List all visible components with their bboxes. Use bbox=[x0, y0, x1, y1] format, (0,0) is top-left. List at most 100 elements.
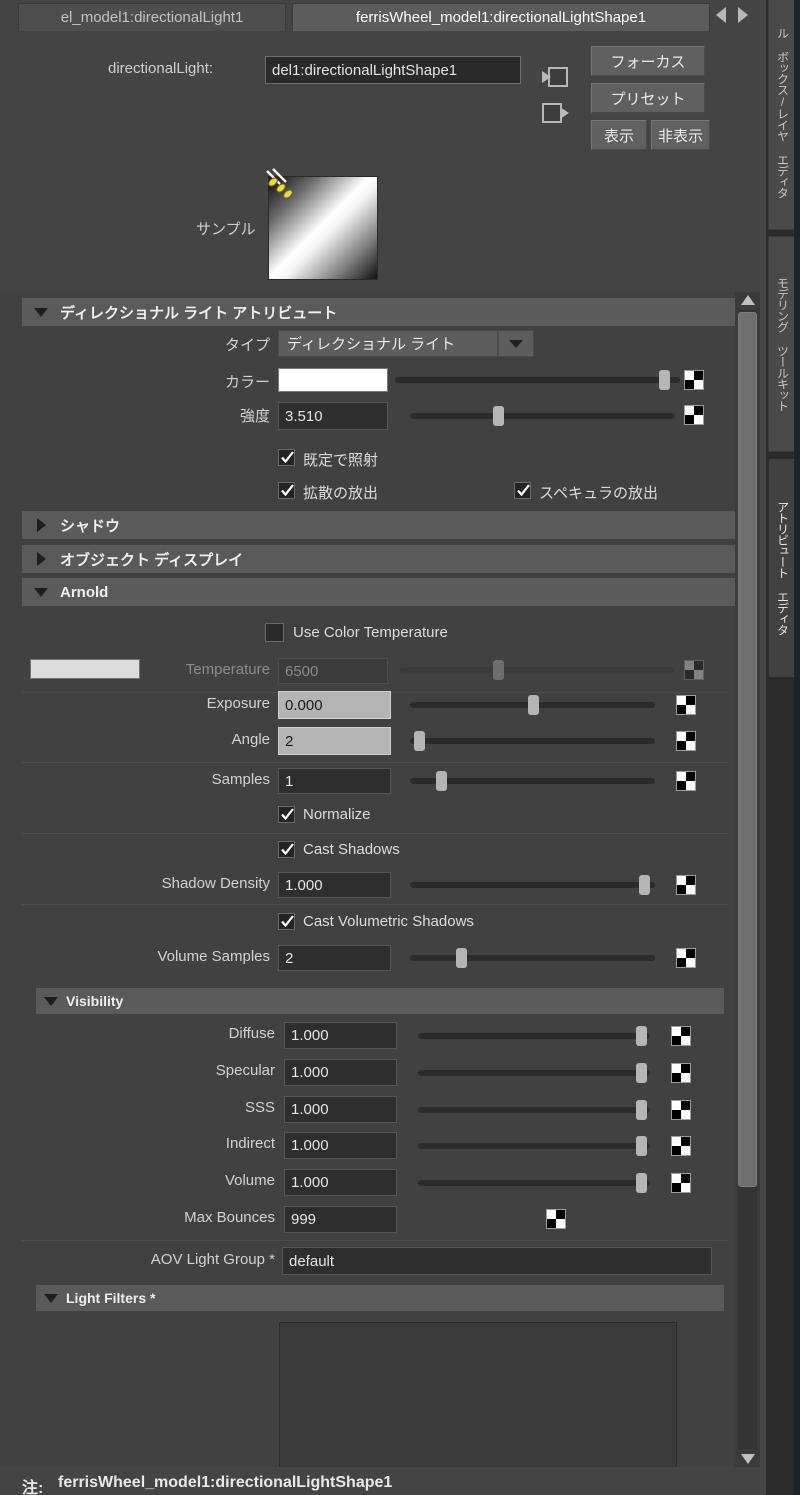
hide-button[interactable]: 非表示 bbox=[651, 120, 710, 150]
angle-input[interactable]: 2 bbox=[278, 727, 391, 755]
emit-specular-checkbox[interactable] bbox=[514, 482, 531, 499]
tab-scroll-right-button[interactable] bbox=[734, 2, 752, 28]
chevron-right-icon bbox=[22, 518, 60, 532]
volume-input[interactable]: 1.000 bbox=[284, 1169, 397, 1196]
diffuse-slider[interactable] bbox=[418, 1026, 650, 1046]
output-connection-button[interactable] bbox=[542, 102, 569, 128]
specular-slider[interactable] bbox=[418, 1063, 650, 1083]
specular-slider-thumb[interactable] bbox=[636, 1063, 647, 1083]
volume-slider-thumb[interactable] bbox=[636, 1173, 647, 1193]
node-name-input[interactable]: del1:directionalLightShape1 bbox=[265, 56, 521, 84]
preset-button[interactable]: プリセット bbox=[591, 83, 705, 113]
shadow-density-slider[interactable] bbox=[410, 875, 655, 895]
exposure-slider-thumb[interactable] bbox=[528, 695, 539, 715]
frame-directional-light-attributes[interactable]: ディレクショナル ライト アトリビュート bbox=[22, 298, 735, 326]
emit-specular-label: スペキュラの放出 bbox=[539, 485, 658, 502]
color-slider-track bbox=[395, 377, 680, 383]
diffuse-slider-thumb[interactable] bbox=[636, 1026, 647, 1046]
diffuse-input[interactable]: 1.000 bbox=[284, 1022, 397, 1049]
indirect-input[interactable]: 1.000 bbox=[284, 1132, 397, 1159]
type-label: タイプ bbox=[224, 337, 270, 354]
color-slider-thumb[interactable] bbox=[659, 370, 670, 390]
specular-input[interactable]: 1.000 bbox=[284, 1059, 397, 1086]
indirect-slider[interactable] bbox=[418, 1136, 650, 1156]
light-filters-listbox[interactable] bbox=[279, 1322, 677, 1467]
frame-arnold-label: Arnold bbox=[60, 583, 109, 601]
node-tab-transform[interactable]: el_model1:directionalLight1 bbox=[18, 3, 286, 31]
sss-slider-track bbox=[418, 1107, 650, 1113]
show-button[interactable]: 表示 bbox=[591, 120, 647, 150]
type-select-dropdown-button[interactable] bbox=[498, 330, 534, 357]
volume-samples-input[interactable]: 2 bbox=[278, 945, 391, 971]
color-map-button[interactable] bbox=[684, 370, 704, 390]
shadow-density-slider-thumb[interactable] bbox=[639, 875, 650, 895]
volume-slider[interactable] bbox=[418, 1173, 650, 1193]
exposure-slider[interactable] bbox=[410, 695, 655, 715]
emit-diffuse-checkbox[interactable] bbox=[278, 482, 295, 499]
divider bbox=[22, 1240, 728, 1241]
node-tab-shape-label: ferrisWheel_model1:directionalLightShape… bbox=[355, 9, 647, 26]
intensity-input[interactable]: 3.510 bbox=[278, 402, 388, 430]
exposure-map-button[interactable] bbox=[676, 695, 696, 715]
volume-map-button[interactable] bbox=[671, 1173, 691, 1193]
volume-samples-slider-thumb[interactable] bbox=[456, 948, 467, 968]
indirect-map-button[interactable] bbox=[671, 1136, 691, 1156]
specular-map-button[interactable] bbox=[671, 1063, 691, 1083]
volume-samples-map-button[interactable] bbox=[676, 948, 696, 968]
samples-slider[interactable] bbox=[410, 771, 655, 791]
sss-slider[interactable] bbox=[418, 1100, 650, 1120]
diffuse-slider-track bbox=[418, 1033, 650, 1039]
max-bounces-input[interactable]: 999 bbox=[284, 1206, 397, 1233]
diffuse-map-button[interactable] bbox=[671, 1026, 691, 1046]
intensity-map-button[interactable] bbox=[684, 405, 704, 425]
focus-button[interactable]: フォーカス bbox=[591, 46, 705, 76]
sss-input[interactable]: 1.000 bbox=[284, 1096, 397, 1123]
frame-shadows[interactable]: シャドウ bbox=[22, 511, 735, 539]
frame-visibility[interactable]: Visibility bbox=[36, 988, 724, 1014]
angle-slider[interactable] bbox=[410, 731, 655, 751]
volume-value: 1.000 bbox=[291, 1174, 329, 1191]
frame-light-filters[interactable]: Light Filters * bbox=[36, 1285, 724, 1311]
max-bounces-map-button[interactable] bbox=[546, 1209, 566, 1229]
intensity-slider[interactable] bbox=[410, 406, 675, 426]
samples-slider-thumb[interactable] bbox=[436, 771, 447, 791]
sss-slider-thumb[interactable] bbox=[636, 1100, 647, 1120]
temperature-value: 6500 bbox=[285, 662, 319, 680]
normalize-checkbox[interactable] bbox=[278, 806, 295, 823]
angle-slider-thumb[interactable] bbox=[414, 731, 425, 751]
samples-map-button[interactable] bbox=[676, 771, 696, 791]
type-select-value[interactable]: ディレクショナル ライト bbox=[278, 330, 498, 357]
tab-scroll-left-button[interactable] bbox=[712, 2, 730, 28]
shadow-density-input[interactable]: 1.000 bbox=[278, 872, 391, 898]
exposure-input[interactable]: 0.000 bbox=[278, 691, 391, 719]
input-connection-button[interactable] bbox=[542, 66, 568, 92]
aov-light-group-label: AOV Light Group * bbox=[150, 1251, 275, 1268]
shadow-density-map-button[interactable] bbox=[676, 875, 696, 895]
scroll-up-icon[interactable] bbox=[741, 295, 755, 305]
angle-map-button[interactable] bbox=[676, 731, 696, 751]
attribute-panel-scrollbar[interactable] bbox=[735, 292, 760, 1467]
samples-input[interactable]: 1 bbox=[278, 768, 391, 794]
triangle-left-icon bbox=[716, 7, 726, 23]
scrollbar-thumb[interactable] bbox=[738, 312, 757, 1187]
node-tab-shape[interactable]: ferrisWheel_model1:directionalLightShape… bbox=[292, 3, 710, 31]
illuminate-by-default-checkbox[interactable] bbox=[278, 449, 295, 466]
note-label: 注: bbox=[22, 1480, 44, 1495]
sss-map-button[interactable] bbox=[671, 1100, 691, 1120]
scroll-down-icon[interactable] bbox=[741, 1454, 755, 1464]
aov-light-group-input[interactable]: default bbox=[282, 1247, 712, 1275]
volume-samples-slider[interactable] bbox=[410, 948, 655, 968]
frame-arnold[interactable]: Arnold bbox=[22, 578, 735, 606]
cast-shadows-checkbox[interactable] bbox=[278, 841, 295, 858]
volume-slider-track bbox=[418, 1180, 650, 1186]
indirect-slider-thumb[interactable] bbox=[636, 1136, 647, 1156]
use-color-temperature-checkbox[interactable] bbox=[265, 623, 284, 642]
color-slider[interactable] bbox=[395, 370, 680, 390]
intensity-slider-thumb[interactable] bbox=[493, 406, 504, 426]
cast-volumetric-shadows-checkbox[interactable] bbox=[278, 913, 295, 930]
color-swatch[interactable] bbox=[278, 368, 388, 392]
output-arrow-icon bbox=[560, 107, 569, 119]
frame-object-display[interactable]: オブジェクト ディスプレイ bbox=[22, 545, 735, 573]
chevron-down-icon bbox=[36, 1293, 66, 1303]
emit-diffuse-label: 拡散の放出 bbox=[303, 485, 379, 502]
